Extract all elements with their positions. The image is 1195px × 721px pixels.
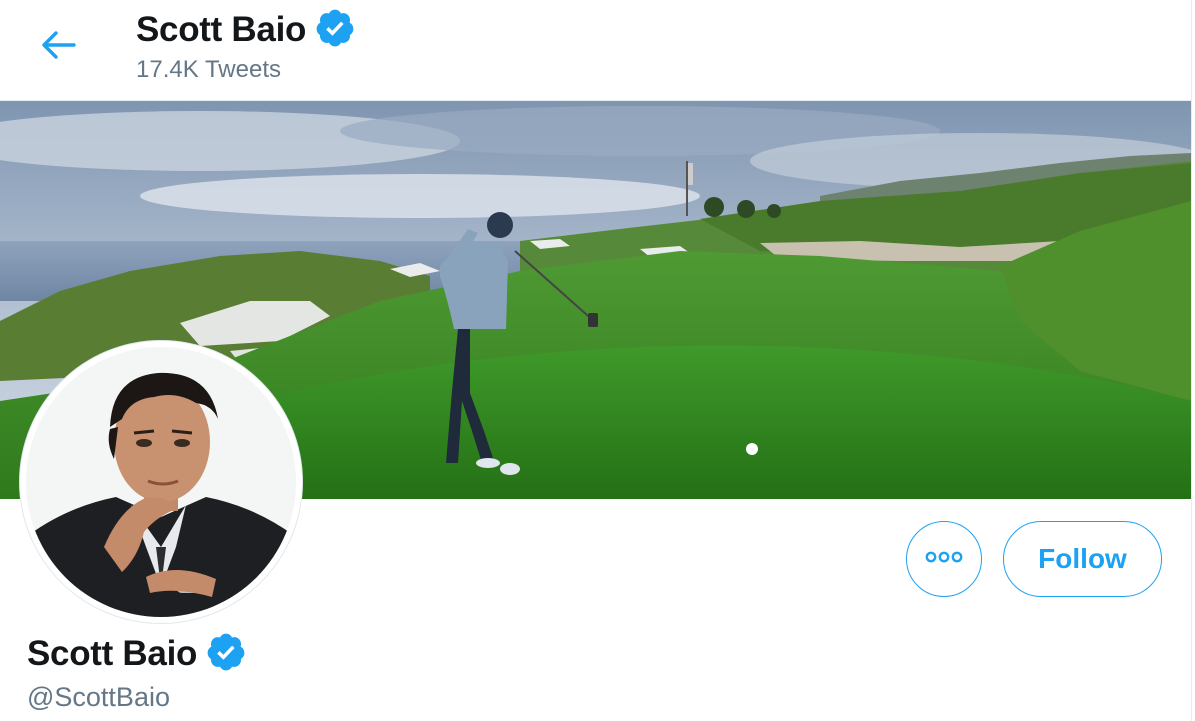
- verified-badge-icon: [205, 631, 247, 678]
- arrow-left-icon: [40, 30, 76, 65]
- profile-page: Scott Baio 17.4K Tweets Follow Scott Bai…: [0, 0, 1195, 721]
- profile-name: Scott Baio: [27, 634, 198, 673]
- avatar[interactable]: [20, 341, 302, 623]
- back-button[interactable]: [30, 22, 86, 72]
- avatar-photo: [26, 347, 296, 617]
- tweet-count: 17.4K Tweets: [136, 56, 281, 83]
- profile-handle: @ScottBaio: [27, 682, 170, 712]
- header-name: Scott Baio: [136, 10, 307, 49]
- more-dots-icon: [924, 550, 964, 569]
- profile-name-row: Scott Baio: [27, 631, 247, 677]
- header-name-row: Scott Baio: [136, 8, 356, 52]
- profile-header: Scott Baio 17.4K Tweets: [0, 0, 1191, 101]
- more-options-button[interactable]: [906, 521, 982, 597]
- column-divider: [1191, 0, 1192, 721]
- follow-button[interactable]: Follow: [1003, 521, 1162, 597]
- verified-badge-icon: [314, 7, 356, 54]
